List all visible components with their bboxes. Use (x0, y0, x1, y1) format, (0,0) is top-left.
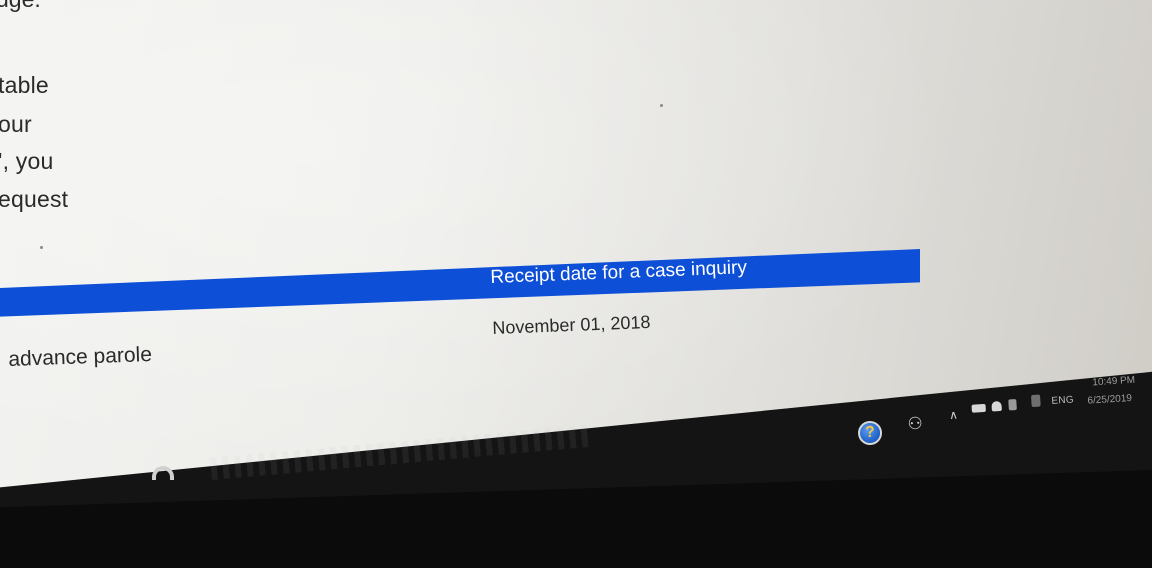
cloud-icon[interactable] (991, 400, 1002, 412)
paragraph-line-2: our (0, 111, 32, 137)
table-cell-case-type: advance parole (8, 342, 153, 371)
clock-time[interactable]: 10:49 PM (1092, 375, 1135, 389)
photo-scene: uge. table our ', you equest Receipt dat… (0, 0, 1152, 568)
table-header-bar (0, 249, 920, 317)
help-question-icon[interactable]: ? (857, 420, 883, 446)
partial-heading: uge. (0, 0, 41, 13)
paragraph-line-1: table (0, 72, 49, 98)
people-icon[interactable]: ⚇ (907, 414, 923, 435)
paragraph-line-4: equest (0, 186, 69, 212)
chevron-up-icon[interactable]: ∧ (949, 408, 959, 423)
language-indicator[interactable]: ENG (1051, 394, 1074, 406)
paragraph-line-3: ', you (0, 148, 54, 174)
dust-speck (660, 104, 663, 107)
network-icon[interactable] (1008, 399, 1017, 411)
table-header-row: Receipt date for a case inquiry (0, 249, 920, 317)
battery-icon[interactable] (971, 403, 986, 413)
volume-icon[interactable] (1031, 394, 1041, 408)
clock-date[interactable]: 6/25/2019 (1087, 393, 1132, 407)
